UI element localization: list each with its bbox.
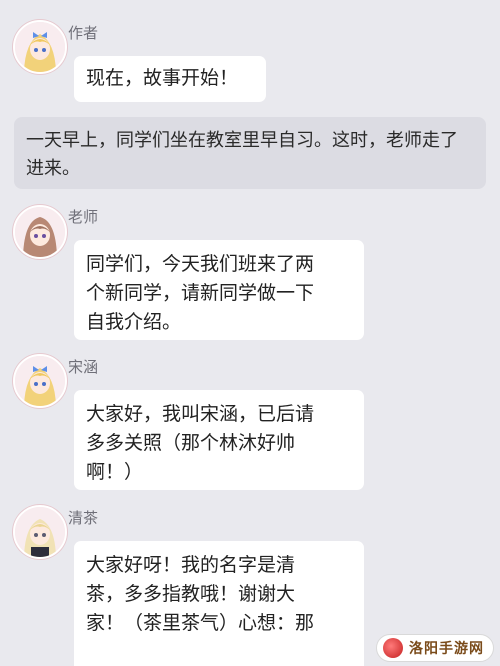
message-bubble: 现在，故事开始！ <box>74 56 266 102</box>
message-line: 大家好，我叫宋涵，已后请 <box>86 403 315 425</box>
message-line: 多多关照（那个林沐好帅 <box>86 432 296 454</box>
watermark-badge: 洛阳手游网 <box>376 634 494 662</box>
anime-girl-avatar-icon <box>15 507 65 557</box>
songhan-avatar[interactable] <box>13 354 67 408</box>
message-line: 啊！） <box>86 461 144 483</box>
site-logo-icon <box>383 638 403 658</box>
chat-view: 作者 现在，故事开始！ 一天早上，同学们坐在教室里早自习。这时，老师走了进来。 … <box>0 0 500 666</box>
message-line: 茶，多多指教哦！谢谢大 <box>86 583 296 605</box>
speaker-name: 宋涵 <box>68 358 99 376</box>
speaker-name: 作者 <box>68 24 99 42</box>
message-line: 个新同学，请新同学做一下 <box>86 282 315 304</box>
anime-girl-avatar-icon <box>15 22 65 72</box>
message-line: 同学们，今天我们班来了两 <box>86 253 315 275</box>
watermark-text: 洛阳手游网 <box>409 641 484 657</box>
author-avatar[interactable] <box>13 20 67 74</box>
message-bubble: 大家好呀！我的名字是清 茶，多多指教哦！谢谢大 家！（茶里茶气）心想：那 <box>74 541 364 666</box>
anime-girl-avatar-icon <box>15 207 65 257</box>
message-line: 大家好呀！我的名字是清 <box>86 554 296 576</box>
message-line: 自我介绍。 <box>86 311 182 333</box>
speaker-name: 老师 <box>68 208 99 226</box>
message-bubble: 大家好，我叫宋涵，已后请 多多关照（那个林沐好帅 啊！） <box>74 390 364 490</box>
teacher-avatar[interactable] <box>13 205 67 259</box>
message-bubble: 同学们，今天我们班来了两 个新同学，请新同学做一下 自我介绍。 <box>74 240 364 340</box>
narration-block: 一天早上，同学们坐在教室里早自习。这时，老师走了进来。 <box>14 117 486 189</box>
speaker-name: 清茶 <box>68 509 99 527</box>
message-line: 家！（茶里茶气）心想：那 <box>86 612 315 634</box>
anime-girl-avatar-icon <box>15 356 65 406</box>
qingcha-avatar[interactable] <box>13 505 67 559</box>
